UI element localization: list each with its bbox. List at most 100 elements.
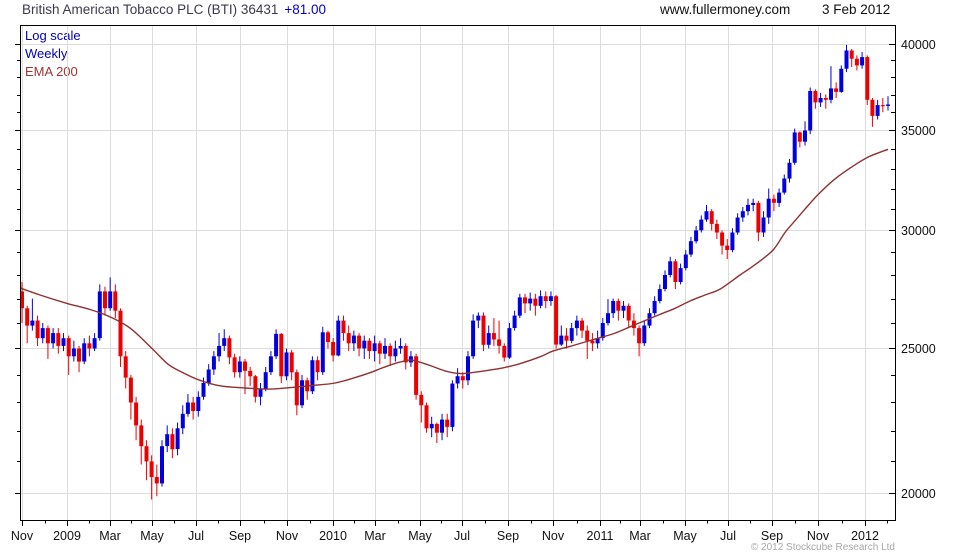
candle-down (854, 58, 859, 66)
candle-up (548, 296, 553, 301)
candle-down (170, 434, 175, 450)
candle-down (543, 296, 548, 301)
candle-up (777, 192, 782, 203)
candle-down (134, 402, 139, 426)
candle-up (486, 333, 491, 345)
candle-up (668, 261, 673, 275)
candle-up (185, 402, 190, 414)
candle-up (455, 376, 460, 384)
candle-down (377, 343, 382, 354)
candle-down (797, 132, 802, 142)
x-axis-label: 2012 (851, 529, 879, 543)
candle-down (25, 308, 30, 326)
candle-up (782, 178, 787, 193)
x-axis-label: Sep (761, 529, 783, 543)
candle-down (502, 345, 507, 358)
x-axis-label: Mar (629, 529, 651, 543)
candle-up (217, 345, 222, 357)
x-axis-label: Jul (720, 529, 736, 543)
candle-up (507, 328, 512, 358)
candle-up (688, 241, 693, 255)
candle-up (699, 219, 704, 231)
candle-up (512, 315, 517, 328)
x-axis-label: 2011 (587, 529, 614, 543)
candle-up (471, 320, 476, 357)
candle-down (253, 376, 258, 397)
candle-down (77, 348, 81, 362)
candle-down (289, 352, 294, 373)
candle-down (637, 328, 642, 344)
candle-up (160, 446, 164, 484)
candle-up (284, 352, 289, 377)
candle-down (481, 315, 486, 345)
candle-up (206, 369, 211, 383)
candle-down (756, 202, 761, 233)
candle-up (683, 254, 688, 269)
candle-up (476, 315, 481, 321)
candle-down (294, 372, 299, 406)
candle-down (45, 328, 50, 344)
candle-up (97, 291, 102, 339)
candle-down (139, 425, 144, 447)
candle-up (746, 204, 750, 212)
candle-down (434, 423, 439, 433)
candle-up (569, 328, 574, 341)
candle-down (315, 360, 320, 373)
candle-down (870, 99, 875, 116)
candle-down (367, 340, 372, 351)
candle-down (523, 297, 527, 304)
candle-down (585, 330, 590, 341)
candle-up (362, 340, 367, 349)
chart-window: { "header": { "title": "British American… (0, 0, 980, 560)
candle-down (865, 57, 870, 100)
candle-up (51, 333, 56, 344)
candle-down (227, 338, 232, 358)
candle-up (450, 383, 455, 427)
y-axis-label: 30000 (901, 224, 936, 238)
candle-up (429, 423, 434, 429)
candle-down (388, 345, 393, 357)
candle-down (616, 301, 621, 311)
candle-up (310, 360, 315, 392)
x-axis-label: May (673, 529, 697, 543)
candle-up (258, 388, 263, 397)
candle-down (118, 310, 123, 357)
plot-frame (20, 25, 896, 521)
y-axis-label: 25000 (901, 342, 936, 356)
candle-up (40, 328, 45, 339)
candle-up (808, 91, 813, 131)
candle-down (714, 223, 719, 233)
candle-down (709, 211, 714, 224)
candle-down (491, 333, 496, 340)
candle-down (35, 320, 40, 339)
x-axis-label: Jul (188, 529, 204, 543)
candle-down (813, 91, 818, 103)
candle-down (144, 446, 149, 462)
candle-up (694, 230, 699, 242)
x-axis-label: Mar (99, 529, 121, 543)
candle-down (87, 343, 92, 349)
candle-up (678, 268, 683, 282)
candle-up (844, 50, 849, 69)
candle-down (191, 402, 196, 411)
candle-down (834, 88, 839, 92)
candle-down (725, 245, 730, 250)
candles-group (20, 44, 890, 500)
candle-up (372, 343, 377, 352)
candle-up (751, 202, 756, 205)
candle-up (165, 434, 170, 447)
candle-up (559, 335, 564, 345)
candle-down (331, 342, 336, 356)
candle-down (880, 105, 885, 107)
candle-up (320, 332, 325, 373)
candle-down (823, 98, 828, 100)
candle-up (803, 130, 807, 142)
candle-down (849, 50, 854, 59)
x-axis-label: Sep (497, 529, 519, 543)
candle-up (211, 356, 216, 370)
candle-up (440, 419, 444, 433)
x-axis-label: Nov (276, 529, 299, 543)
candle-up (196, 396, 201, 411)
candle-up (30, 320, 35, 326)
candle-up (740, 211, 745, 218)
